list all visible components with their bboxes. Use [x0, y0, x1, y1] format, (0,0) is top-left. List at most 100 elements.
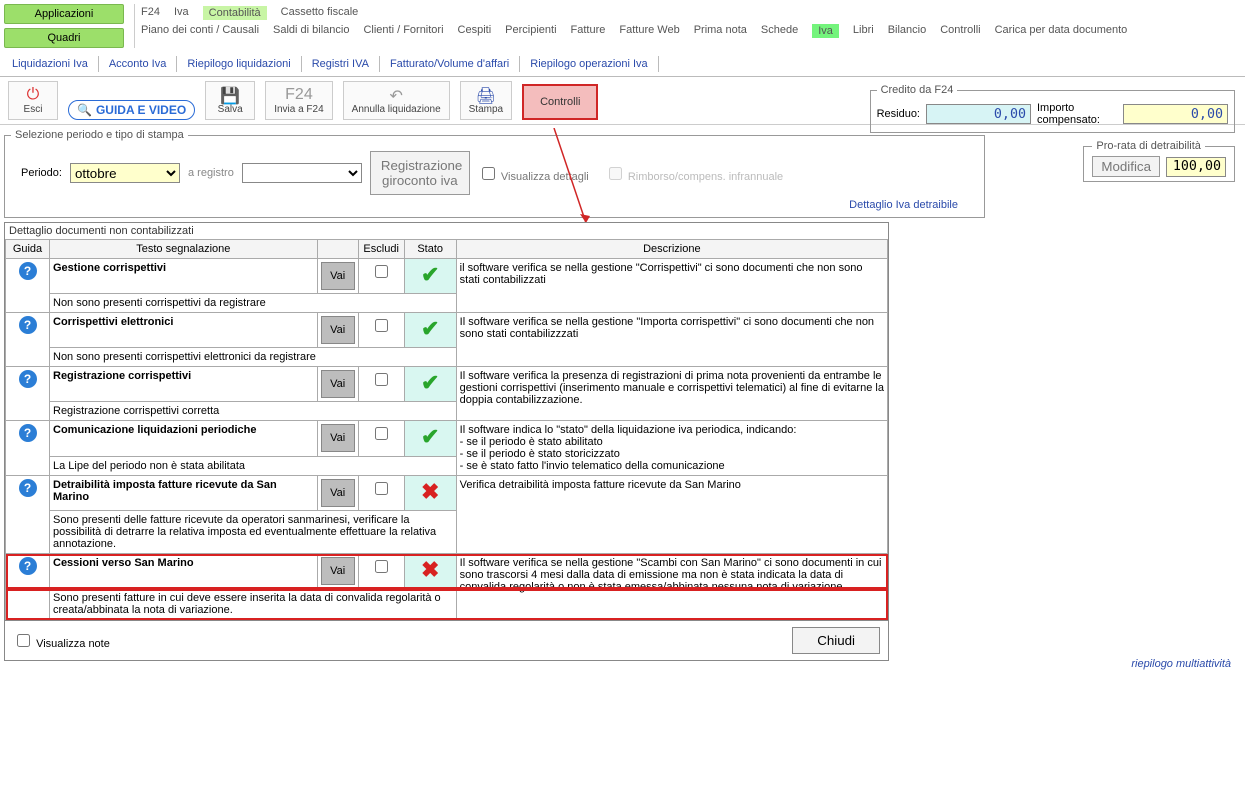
subtab-bilancio[interactable]: Bilancio — [888, 24, 927, 38]
registro-select[interactable] — [242, 163, 362, 183]
check-icon: ✔ — [421, 424, 439, 449]
controlli-button[interactable]: Controlli — [522, 84, 598, 120]
help-icon[interactable]: ? — [19, 424, 37, 442]
tab-contabilita[interactable]: Contabilità — [203, 6, 267, 20]
stampa-button[interactable]: 🖨 Stampa — [460, 81, 512, 120]
search-icon: 🔍 — [77, 103, 92, 117]
subtab-primanota[interactable]: Prima nota — [694, 24, 747, 38]
a-registro-label: a registro — [188, 167, 234, 179]
modifica-button[interactable]: Modifica — [1092, 156, 1160, 177]
riepilogo-multiattivita-link[interactable]: riepilogo multiattività — [1131, 658, 1231, 670]
sub-tab-row: Piano dei conti / Causali Saldi di bilan… — [141, 22, 1241, 40]
tab-f24[interactable]: F24 — [141, 6, 160, 20]
subtab-carica[interactable]: Carica per data documento — [995, 24, 1128, 38]
row-title: Comunicazione liquidazioni periodiche — [53, 424, 257, 436]
selection-block: Selezione periodo e tipo di stampa Perio… — [0, 129, 1245, 218]
section-liquidazioni[interactable]: Liquidazioni Iva — [8, 56, 99, 72]
exit-icon: ⏻ — [27, 86, 40, 104]
vai-button[interactable]: Vai — [321, 424, 355, 452]
subtab-schede[interactable]: Schede — [761, 24, 798, 38]
check-icon: ✔ — [421, 262, 439, 287]
section-tabs: Liquidazioni Iva Acconto Iva Riepilogo l… — [0, 52, 1245, 77]
visualizza-dettagli-check[interactable]: Visualizza dettagli — [478, 164, 589, 183]
table-row: ?Detraibilità imposta fatture ricevute d… — [6, 476, 888, 511]
subtab-controlli[interactable]: Controlli — [940, 24, 980, 38]
row-desc: il software verifica se nella gestione "… — [456, 259, 887, 313]
section-riepilogo-liq[interactable]: Riepilogo liquidazioni — [183, 56, 301, 72]
guida-video-button[interactable]: 🔍 GUIDA E VIDEO — [68, 100, 195, 120]
table-row: ?Registrazione corrispettiviVai✔Il softw… — [6, 367, 888, 402]
col-guida: Guida — [6, 240, 50, 259]
credito-f24-box: Credito da F24 Residuo: Importo compensa… — [870, 84, 1235, 133]
check-icon: ✔ — [421, 316, 439, 341]
escludi-checkbox[interactable] — [375, 373, 388, 386]
invia-f24-button[interactable]: F24 Invia a F24 — [265, 81, 332, 120]
escludi-checkbox[interactable] — [375, 319, 388, 332]
guida-video-label: GUIDA E VIDEO — [96, 103, 186, 117]
prorata-legend: Pro-rata di detraibilità — [1092, 140, 1205, 152]
subtab-saldi[interactable]: Saldi di bilancio — [273, 24, 349, 38]
subtab-clienti[interactable]: Clienti / Fornitori — [363, 24, 443, 38]
row-desc: Il software indica lo "stato" della liqu… — [456, 421, 887, 476]
section-riepilogo-op[interactable]: Riepilogo operazioni Iva — [526, 56, 658, 72]
vai-button[interactable]: Vai — [321, 316, 355, 344]
residuo-input[interactable] — [926, 104, 1031, 124]
subtab-percipienti[interactable]: Percipienti — [505, 24, 556, 38]
subtab-piano[interactable]: Piano dei conti / Causali — [141, 24, 259, 38]
help-icon[interactable]: ? — [19, 262, 37, 280]
row-desc: Il software verifica se nella gestione "… — [456, 313, 887, 367]
periodo-select[interactable]: ottobre — [70, 163, 180, 183]
print-icon: 🖨 — [476, 86, 496, 104]
undo-icon: ↶ — [389, 86, 402, 104]
row-note: Sono presenti fatture in cui deve essere… — [50, 589, 457, 620]
col-escludi: Escludi — [358, 240, 404, 259]
escludi-checkbox[interactable] — [375, 427, 388, 440]
table-row: ?Cessioni verso San MarinoVai✖Il softwar… — [6, 554, 888, 589]
tab-iva[interactable]: Iva — [174, 6, 189, 20]
vai-button[interactable]: Vai — [321, 557, 355, 585]
residuo-label: Residuo: — [877, 108, 920, 120]
giroconto-button[interactable]: Registrazione giroconto iva — [370, 151, 470, 195]
dettaglio-iva-link[interactable]: Dettaglio Iva detraibile — [849, 199, 958, 211]
salva-button[interactable]: 💾 Salva — [205, 81, 255, 120]
applicazioni-button[interactable]: Applicazioni — [4, 4, 124, 24]
subtab-fatture[interactable]: Fatture — [571, 24, 606, 38]
section-acconto[interactable]: Acconto Iva — [105, 56, 177, 72]
row-note: Registrazione corrispettivi corretta — [50, 402, 457, 421]
help-icon[interactable]: ? — [19, 316, 37, 334]
vai-button[interactable]: Vai — [321, 370, 355, 398]
help-icon[interactable]: ? — [19, 557, 37, 575]
subtab-cespiti[interactable]: Cespiti — [458, 24, 492, 38]
subtab-libri[interactable]: Libri — [853, 24, 874, 38]
row-desc: Il software verifica la presenza di regi… — [456, 367, 887, 421]
rimborso-check[interactable]: Rimborso/compens. infrannuale — [605, 164, 783, 183]
escludi-checkbox[interactable] — [375, 482, 388, 495]
vai-button[interactable]: Vai — [321, 262, 355, 290]
top-tabs-area: F24 Iva Contabilità Cassetto fiscale Pia… — [134, 4, 1241, 48]
visualizza-note-check[interactable]: Visualizza note — [13, 631, 110, 650]
annulla-label: Annulla liquidazione — [352, 104, 441, 115]
escludi-checkbox[interactable] — [375, 265, 388, 278]
escludi-checkbox[interactable] — [375, 560, 388, 573]
row-desc: Verifica detraibilità imposta fatture ri… — [456, 476, 887, 554]
subtab-fattureweb[interactable]: Fatture Web — [619, 24, 679, 38]
chiudi-button[interactable]: Chiudi — [792, 627, 880, 654]
importo-input[interactable] — [1123, 104, 1228, 124]
section-registri[interactable]: Registri IVA — [308, 56, 380, 72]
prorata-input[interactable] — [1166, 157, 1226, 177]
table-row: ? Comunicazione liquidazioni periodiche Va… — [6, 421, 888, 457]
vai-button[interactable]: Vai — [321, 479, 355, 507]
esci-button[interactable]: ⏻ Esci — [8, 81, 58, 120]
x-icon: ✖ — [421, 479, 439, 504]
detail-footer: Visualizza note Chiudi — [5, 620, 888, 660]
row-note: Sono presenti delle fatture ricevute da … — [50, 511, 457, 554]
subtab-iva[interactable]: Iva — [812, 24, 839, 38]
selection-legend: Selezione periodo e tipo di stampa — [11, 129, 188, 141]
tab-cassetto[interactable]: Cassetto fiscale — [281, 6, 359, 20]
quadri-button[interactable]: Quadri — [4, 28, 124, 48]
help-icon[interactable]: ? — [19, 479, 37, 497]
left-green-buttons: Applicazioni Quadri — [4, 4, 124, 48]
section-fatturato[interactable]: Fatturato/Volume d'affari — [386, 56, 520, 72]
help-icon[interactable]: ? — [19, 370, 37, 388]
annulla-button[interactable]: ↶ Annulla liquidazione — [343, 81, 450, 120]
